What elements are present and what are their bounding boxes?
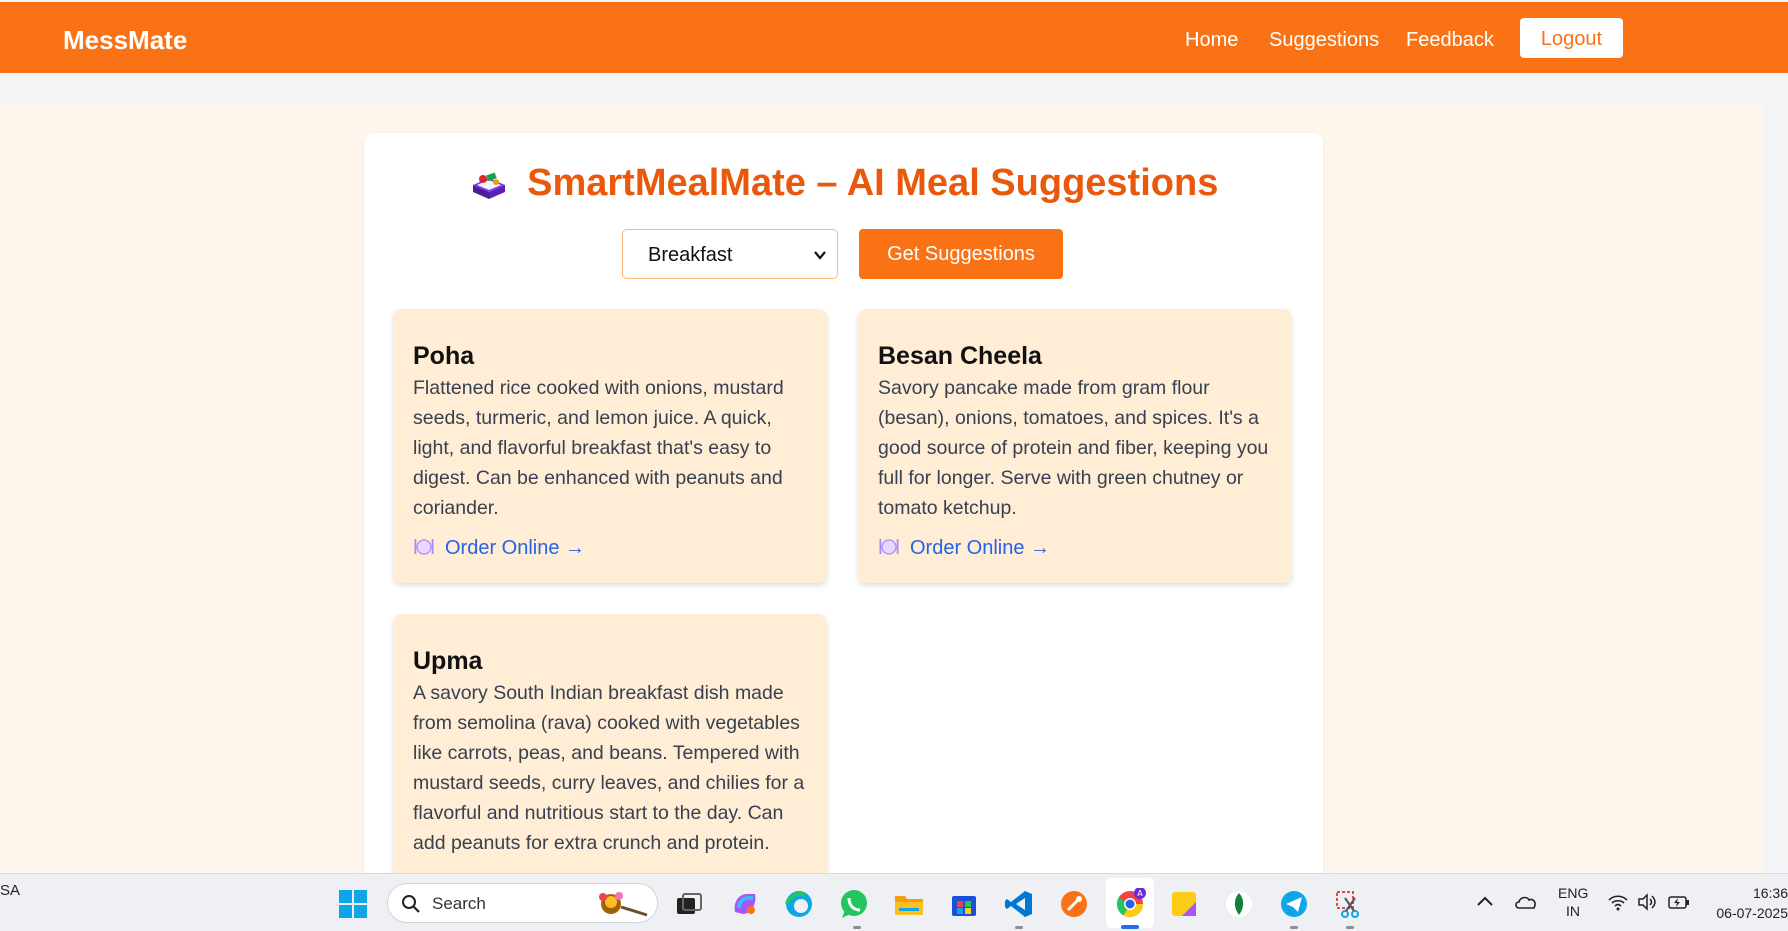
meal-description: Flattened rice cooked with onions, musta… bbox=[413, 377, 784, 519]
svg-text:A: A bbox=[1137, 889, 1143, 898]
snipping-tool-icon[interactable] bbox=[1333, 888, 1365, 920]
get-suggestions-button[interactable]: Get Suggestions bbox=[859, 229, 1063, 279]
battery-charging-icon[interactable] bbox=[1667, 891, 1691, 913]
vscode-icon[interactable] bbox=[1003, 888, 1035, 920]
onedrive-cloud-icon[interactable] bbox=[1513, 890, 1539, 914]
telegram-icon[interactable] bbox=[1278, 888, 1310, 920]
region-code: IN bbox=[1566, 903, 1580, 919]
search-icon bbox=[401, 894, 421, 914]
running-indicator bbox=[853, 926, 861, 929]
bento-box-icon bbox=[469, 167, 509, 201]
page-title: SmartMealMate – AI Meal Suggestions bbox=[527, 162, 1219, 204]
active-indicator bbox=[1121, 925, 1139, 929]
wifi-icon[interactable] bbox=[1607, 891, 1629, 913]
clock-date: 06-07-2025 bbox=[1716, 905, 1788, 921]
chevron-down-icon bbox=[813, 248, 827, 262]
running-indicator bbox=[1346, 926, 1354, 929]
language-indicator[interactable]: ENG IN bbox=[1558, 884, 1588, 920]
search-highlight-icon bbox=[591, 889, 651, 919]
meal-name: Besan Cheela bbox=[878, 342, 1042, 370]
copilot-icon[interactable] bbox=[729, 888, 761, 920]
windows-start-icon[interactable] bbox=[337, 888, 369, 920]
nav-suggestions-link[interactable]: Suggestions bbox=[1269, 2, 1379, 73]
task-view-icon[interactable] bbox=[673, 888, 705, 920]
nav-home-link[interactable]: Home bbox=[1185, 2, 1238, 73]
meal-description: A savory South Indian breakfast dish mad… bbox=[413, 682, 805, 854]
clock-time: 16:36 bbox=[1752, 885, 1788, 901]
system-clock[interactable]: 16:36 06-07-2025 bbox=[1700, 883, 1788, 923]
microsoft-store-icon[interactable] bbox=[948, 888, 980, 920]
widget-label[interactable]: SA bbox=[0, 882, 20, 899]
plate-cutlery-icon bbox=[878, 535, 900, 557]
running-indicator bbox=[1015, 926, 1023, 929]
page-title-row: SmartMealMate – AI Meal Suggestions bbox=[364, 162, 1323, 205]
meal-name: Upma bbox=[413, 647, 483, 675]
brand-logo[interactable]: MessMate bbox=[63, 2, 187, 73]
sticky-notes-icon[interactable] bbox=[1168, 888, 1200, 920]
order-online-link[interactable]: Order Online → bbox=[878, 533, 1274, 563]
order-online-label: Order Online → bbox=[910, 537, 1051, 559]
file-explorer-icon[interactable] bbox=[893, 888, 925, 920]
meal-name: Poha bbox=[413, 342, 475, 370]
chevron-up-icon[interactable] bbox=[1474, 891, 1496, 913]
whatsapp-icon[interactable] bbox=[838, 888, 870, 920]
edge-browser-icon[interactable] bbox=[783, 888, 815, 920]
plate-cutlery-icon bbox=[413, 535, 435, 557]
meal-card: Besan Cheela Savory pancake made from gr… bbox=[858, 309, 1292, 583]
language-code: ENG bbox=[1558, 885, 1589, 901]
meal-card: Upma A savory South Indian breakfast dis… bbox=[393, 614, 827, 904]
meal-description: Savory pancake made from gram flour (bes… bbox=[878, 377, 1269, 519]
meal-card: Poha Flattened rice cooked with onions, … bbox=[393, 309, 827, 583]
chrome-browser-icon[interactable]: A bbox=[1114, 887, 1146, 920]
meal-type-select[interactable]: Breakfast bbox=[622, 229, 838, 279]
top-navbar: MessMate Home Suggestions Feedback Logou… bbox=[0, 2, 1788, 73]
nav-feedback-link[interactable]: Feedback bbox=[1406, 2, 1494, 73]
volume-icon[interactable] bbox=[1636, 891, 1658, 913]
logout-button[interactable]: Logout bbox=[1520, 18, 1623, 58]
running-indicator bbox=[1290, 926, 1298, 929]
taskbar-search-input[interactable]: Search bbox=[387, 883, 658, 923]
search-placeholder: Search bbox=[432, 894, 486, 913]
order-online-label: Order Online → bbox=[445, 537, 586, 559]
windows-taskbar: SA Search A ENG IN 16:36 06-07-2025 bbox=[0, 873, 1788, 931]
meal-type-value: Breakfast bbox=[648, 244, 733, 266]
postman-icon[interactable] bbox=[1058, 888, 1090, 920]
mongodb-compass-icon[interactable] bbox=[1223, 888, 1255, 920]
order-online-link[interactable]: Order Online → bbox=[413, 533, 809, 563]
